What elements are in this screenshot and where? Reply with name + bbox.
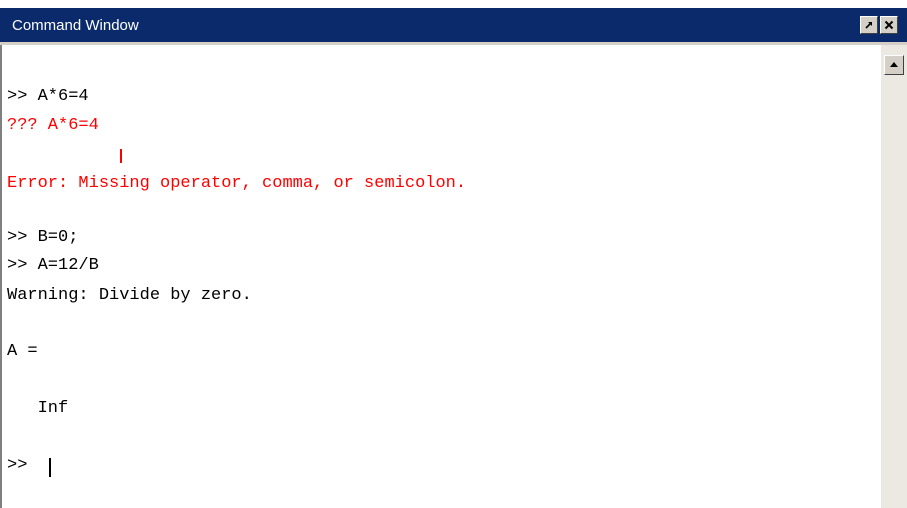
console-line-output: A = bbox=[7, 342, 38, 361]
scroll-up-arrow-icon bbox=[889, 56, 899, 74]
console-line-warning: Warning: Divide by zero. bbox=[7, 286, 252, 305]
console-line-error: Error: Missing operator, comma, or semic… bbox=[7, 174, 467, 193]
scroll-up-button[interactable] bbox=[884, 55, 904, 75]
error-caret-marker bbox=[120, 149, 122, 163]
console-line-input: >> A*6=4 bbox=[7, 87, 89, 106]
close-button[interactable] bbox=[880, 16, 898, 34]
console-output[interactable]: >> A*6=4 ??? A*6=4 Error: Missing operat… bbox=[0, 45, 880, 508]
close-x-icon bbox=[884, 20, 894, 30]
command-window: Command Window >> A*6=4 ??? A*6=4 Error:… bbox=[0, 0, 907, 508]
console-line-output: Inf bbox=[7, 399, 69, 418]
undock-button[interactable] bbox=[860, 16, 878, 34]
console-line-error: ??? A*6=4 bbox=[7, 116, 99, 135]
text-cursor bbox=[49, 458, 51, 477]
vertical-scrollbar[interactable] bbox=[880, 45, 907, 508]
console-line-input: >> A=12/B bbox=[7, 256, 99, 275]
console-line-input: >> B=0; bbox=[7, 228, 79, 247]
command-prompt[interactable]: >> bbox=[7, 456, 38, 476]
title-bar: Command Window bbox=[0, 8, 907, 45]
window-title: Command Window bbox=[12, 17, 139, 34]
undock-arrow-icon bbox=[864, 20, 874, 30]
